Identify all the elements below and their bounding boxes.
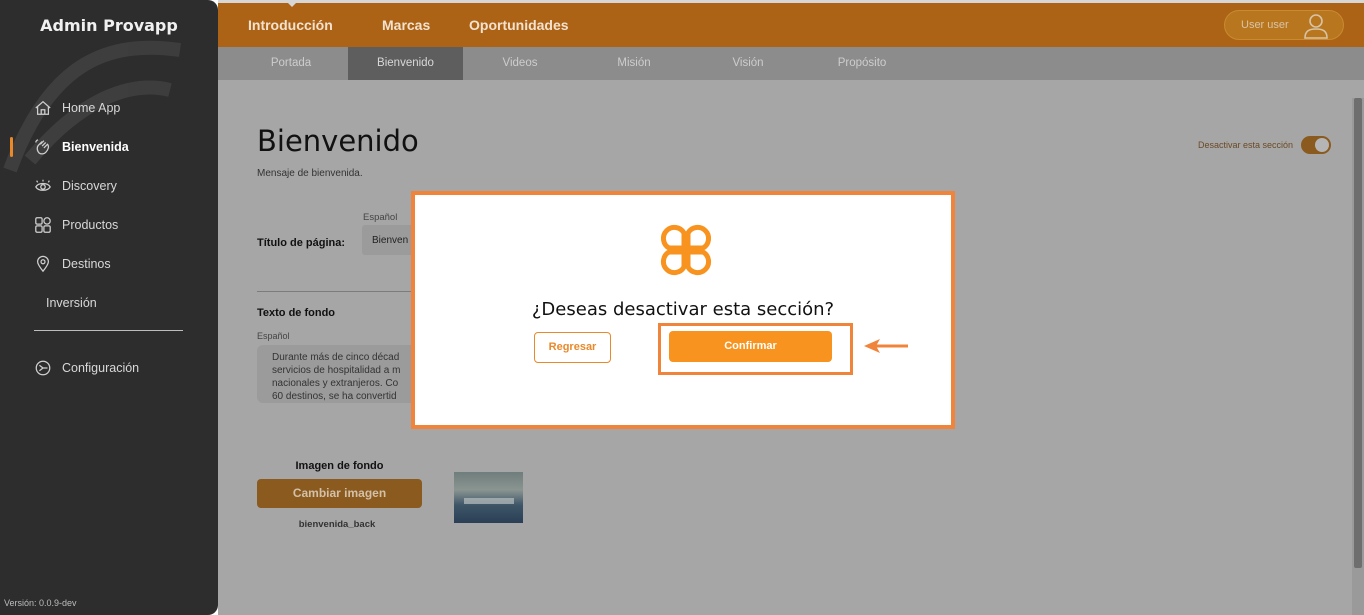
subtab-mision[interactable]: Misión xyxy=(591,47,677,80)
language-label: Español xyxy=(257,331,290,341)
section-toggle-label: Desactivar esta sección xyxy=(1198,140,1294,150)
sidebar: Admin Provapp Home App Bienvenida Discov… xyxy=(0,0,218,615)
textarea-line: Durante más de cinco décad xyxy=(272,352,400,363)
subtab-bienvenido[interactable]: Bienvenido xyxy=(348,47,463,80)
sidebar-item-label: Discovery xyxy=(62,178,117,193)
sidebar-item-configuracion[interactable]: Configuración xyxy=(0,348,218,387)
sidebar-item-label: Home App xyxy=(62,100,121,115)
textarea-line: 60 destinos, se ha convertid xyxy=(272,391,397,402)
active-tab-caret-icon xyxy=(285,0,299,7)
confirm-deactivate-modal: ¿Deseas desactivar esta sección? Regresa… xyxy=(411,191,955,429)
back-button[interactable]: Regresar xyxy=(534,332,611,363)
background-image-label: Imagen de fondo xyxy=(295,460,384,472)
eye-icon xyxy=(34,177,52,195)
section-divider xyxy=(257,291,417,292)
app-brand: Admin Provapp xyxy=(40,16,178,35)
sidebar-item-destinos[interactable]: Destinos xyxy=(0,244,218,283)
sidebar-item-label: Productos xyxy=(62,217,119,232)
location-pin-icon xyxy=(34,255,52,273)
subtab-videos[interactable]: Videos xyxy=(477,47,563,80)
user-menu-button[interactable]: User user xyxy=(1224,10,1344,40)
tab-marcas[interactable]: Marcas xyxy=(382,17,430,33)
subtab-portada[interactable]: Portada xyxy=(248,47,334,80)
background-image-thumbnail xyxy=(454,472,523,523)
wave-hand-icon xyxy=(34,138,52,156)
brand-logo-icon xyxy=(660,224,712,276)
pointer-arrow-icon xyxy=(864,339,908,353)
background-text-textarea[interactable]: Durante más de cinco décad servicios de … xyxy=(257,345,417,403)
scrollbar-thumb[interactable] xyxy=(1354,98,1362,568)
textarea-line: nacionales y extranjeros. Co xyxy=(272,378,399,389)
thumbnail-detail xyxy=(464,498,514,504)
top-nav: Introducción Marcas Oportunidades User u… xyxy=(218,0,1364,47)
user-avatar-icon xyxy=(1304,14,1328,39)
modal-question: ¿Deseas desactivar esta sección? xyxy=(531,299,835,320)
sidebar-config: Configuración xyxy=(0,348,218,387)
settings-icon xyxy=(34,359,52,377)
sidebar-item-discovery[interactable]: Discovery xyxy=(0,166,218,205)
sidebar-item-label: Destinos xyxy=(62,256,111,271)
page-subtitle: Mensaje de bienvenida. xyxy=(257,168,363,179)
tab-oportunidades[interactable]: Oportunidades xyxy=(469,17,569,33)
sidebar-item-home-app[interactable]: Home App xyxy=(0,88,218,127)
sidebar-item-inversion[interactable]: Inversión xyxy=(0,283,218,322)
change-image-button[interactable]: Cambiar imagen xyxy=(257,479,422,508)
background-text-label: Texto de fondo xyxy=(257,307,336,319)
sidebar-item-label: Inversión xyxy=(46,295,97,310)
sidebar-item-productos[interactable]: Productos xyxy=(0,205,218,244)
image-filename: bienvenida_back xyxy=(298,519,376,530)
tab-introduccion[interactable]: Introducción xyxy=(248,17,333,33)
sidebar-item-bienvenida[interactable]: Bienvenida xyxy=(0,127,218,166)
app-version: Versión: 0.0.9-dev xyxy=(4,598,77,608)
content-scrollbar[interactable] xyxy=(1352,98,1364,615)
textarea-line: servicios de hospitalidad a m xyxy=(272,365,401,376)
subtab-vision[interactable]: Visión xyxy=(705,47,791,80)
home-icon xyxy=(34,99,52,117)
sub-nav: Portada Bienvenido Videos Misión Visión … xyxy=(218,47,1364,80)
sidebar-item-label: Bienvenida xyxy=(62,139,129,154)
section-toggle-group: Desactivar esta sección xyxy=(1198,136,1332,154)
page-title: Bienvenido xyxy=(257,124,419,158)
sidebar-item-label: Configuración xyxy=(62,360,140,375)
sidebar-nav: Home App Bienvenida Discovery Productos … xyxy=(0,88,218,322)
page-title-field-label: Título de página: xyxy=(257,237,345,249)
language-label: Español xyxy=(363,212,398,223)
grid-icon xyxy=(34,216,52,234)
confirm-button[interactable]: Confirmar xyxy=(669,331,832,362)
sidebar-divider xyxy=(34,330,183,331)
toggle-knob xyxy=(1315,138,1330,152)
user-name: User user xyxy=(1241,19,1289,31)
section-toggle[interactable] xyxy=(1301,136,1332,154)
subtab-proposito[interactable]: Propósito xyxy=(819,47,905,80)
